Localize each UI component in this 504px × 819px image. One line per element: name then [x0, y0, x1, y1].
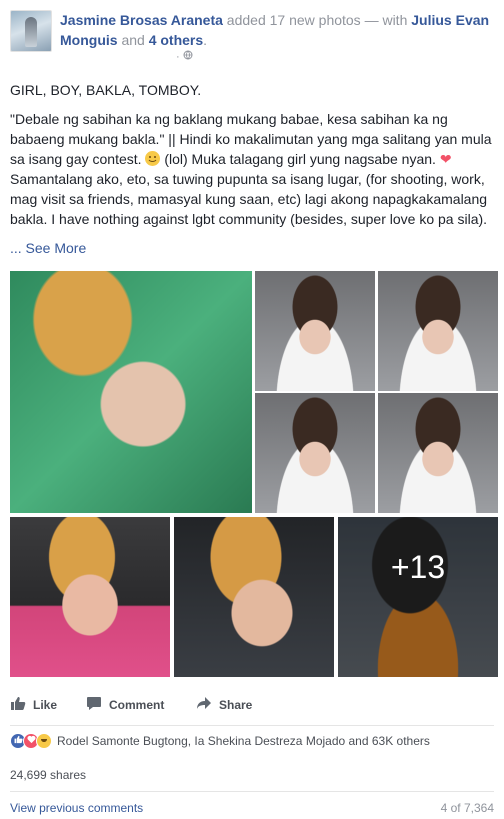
post-text-part-c: Samantalang ako, eto, sa tuwing pupunta …	[10, 171, 488, 227]
header-and-text: and	[121, 32, 145, 48]
shares-count[interactable]: 24,699 shares	[10, 768, 86, 782]
comment-label: Comment	[109, 698, 165, 712]
globe-icon[interactable]	[183, 50, 193, 63]
photo-8-more[interactable]: +13	[338, 517, 498, 677]
reactions-summary[interactable]: Rodel Samonte Bugtong, Ia Shekina Destre…	[10, 732, 430, 750]
photo-1[interactable]	[10, 271, 252, 513]
post-meta: ·	[176, 50, 193, 63]
post-header: Jasmine Brosas Araneta added 17 new phot…	[10, 10, 494, 64]
comments-count: 4 of 7,364	[440, 801, 494, 815]
post-paragraph: "Debale ng sabihan ka ng baklang mukang …	[10, 109, 494, 229]
share-button[interactable]: Share	[196, 690, 252, 720]
share-label: Share	[219, 698, 253, 712]
see-more-link[interactable]: ... See More	[10, 240, 86, 256]
author-name-link[interactable]: Jasmine Brosas Araneta	[60, 12, 223, 28]
post-header-line: Jasmine Brosas Araneta added 17 new phot…	[60, 12, 490, 48]
heart-emoji-icon: ❤	[439, 151, 452, 167]
photo-collage	[255, 271, 498, 513]
post-text: GIRL, BOY, BAKLA, TOMBOY. "Debale ng sab…	[10, 80, 494, 267]
haha-reaction-icon	[36, 733, 52, 749]
photo-7[interactable]	[174, 517, 334, 677]
comment-icon	[86, 696, 102, 714]
thumbs-up-icon	[10, 696, 26, 714]
divider	[10, 791, 494, 792]
post-line-1: GIRL, BOY, BAKLA, TOMBOY.	[10, 82, 202, 98]
time-separator: ·	[176, 51, 180, 63]
view-previous-comments-link[interactable]: View previous comments	[10, 801, 143, 815]
photo-2[interactable]	[255, 271, 375, 391]
header-action-text: added 17 new photos — with	[226, 12, 408, 28]
photo-5[interactable]	[378, 393, 498, 513]
divider	[10, 725, 494, 726]
smile-emoji-icon	[145, 151, 161, 166]
share-arrow-icon	[196, 696, 212, 714]
comment-button[interactable]: Comment	[86, 690, 164, 720]
more-photos-count: +13	[390, 549, 446, 585]
action-bar: Like Comment Share	[0, 690, 504, 720]
reactions-text: Rodel Samonte Bugtong, Ia Shekina Destre…	[57, 734, 430, 748]
photo-4[interactable]	[255, 393, 375, 513]
photo-grid: +13	[10, 271, 498, 677]
like-button[interactable]: Like	[10, 690, 57, 720]
post-text-part-b: (lol) Muka talagang girl yung nagsabe ny…	[164, 151, 436, 167]
photo-6[interactable]	[10, 517, 170, 677]
like-label: Like	[33, 698, 58, 712]
author-avatar[interactable]	[10, 10, 52, 52]
others-link[interactable]: 4 others	[149, 32, 203, 48]
photo-3[interactable]	[378, 271, 498, 391]
